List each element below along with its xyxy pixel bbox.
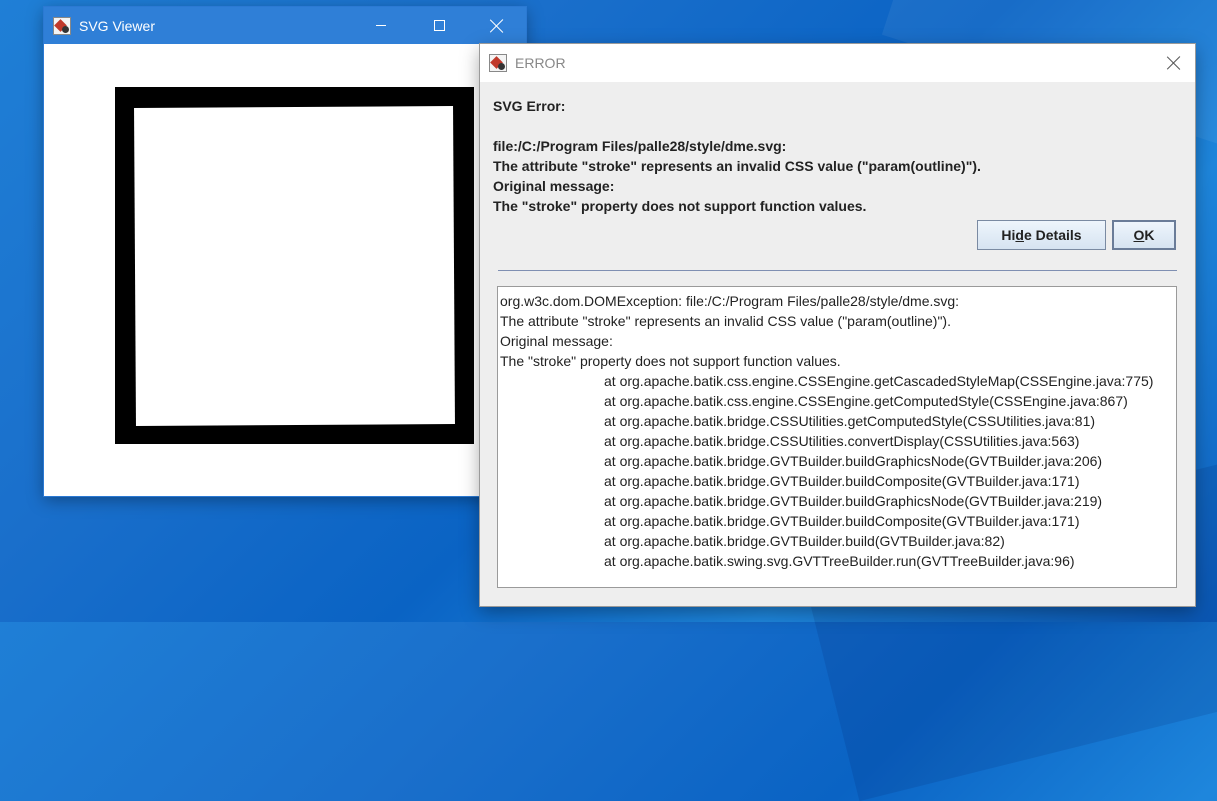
stack-trace-line: at org.apache.batik.bridge.GVTBuilder.bu…	[604, 513, 1080, 529]
close-button[interactable]	[468, 7, 526, 44]
ok-button[interactable]: OK	[1112, 220, 1176, 250]
details-line: Original message:	[500, 333, 613, 349]
hide-details-button[interactable]: Hi d e Details	[977, 220, 1106, 250]
stack-trace-line: at org.apache.batik.bridge.GVTBuilder.bu…	[604, 473, 1080, 489]
viewer-title: SVG Viewer	[79, 17, 155, 34]
svg-white-square	[134, 106, 455, 426]
stack-trace-line: at org.apache.batik.css.engine.CSSEngine…	[604, 393, 1128, 409]
maximize-icon	[433, 20, 445, 31]
stack-trace-line: at org.apache.batik.css.engine.CSSEngine…	[604, 373, 1154, 389]
details-line: org.w3c.dom.DOMException: file:/C:/Progr…	[500, 293, 960, 309]
svg-canvas[interactable]	[44, 44, 526, 496]
dialog-titlebar[interactable]: ERROR	[480, 44, 1195, 82]
viewer-titlebar[interactable]: SVG Viewer	[44, 7, 526, 44]
spacer: ​	[493, 116, 981, 136]
dialog-title: ERROR	[515, 55, 566, 71]
maximize-button[interactable]	[410, 7, 468, 44]
error-dialog: ERROR SVG Error: ​ file:/C:/Program File…	[480, 44, 1195, 606]
minimize-icon	[376, 25, 386, 26]
close-icon	[490, 19, 504, 33]
error-heading: SVG Error:	[493, 98, 566, 114]
hide-details-mnemonic: d	[1015, 227, 1024, 243]
hide-details-label-part: e Details	[1023, 227, 1082, 243]
java-app-icon[interactable]	[53, 16, 71, 35]
stack-trace-line: at org.apache.batik.bridge.CSSUtilities.…	[604, 433, 1080, 449]
details-text-area[interactable]: org.w3c.dom.DOMException: file:/C:/Progr…	[497, 286, 1177, 588]
details-line: The "stroke" property does not support f…	[500, 353, 841, 369]
stack-trace-line: at org.apache.batik.bridge.CSSUtilities.…	[604, 413, 1096, 429]
message-line: The attribute "stroke" represents an inv…	[493, 158, 981, 174]
message-line: The "stroke" property does not support f…	[493, 198, 867, 214]
hide-details-label-part: Hi	[1001, 227, 1016, 243]
svg-black-frame	[115, 87, 474, 444]
window-controls	[352, 7, 526, 44]
dialog-close-icon[interactable]	[1167, 56, 1181, 70]
details-separator	[498, 270, 1177, 271]
error-message: SVG Error: ​ file:/C:/Program Files/pall…	[493, 96, 981, 216]
message-line: Original message:	[493, 178, 615, 194]
minimize-button[interactable]	[352, 7, 410, 44]
details-line: The attribute "stroke" represents an inv…	[500, 313, 951, 329]
stack-trace-line: at org.apache.batik.bridge.GVTBuilder.bu…	[604, 493, 1103, 509]
ok-mnemonic: O	[1133, 227, 1145, 243]
svg-viewer-window: SVG Viewer	[44, 7, 526, 496]
stack-trace-line: at org.apache.batik.swing.svg.GVTTreeBui…	[604, 553, 1075, 569]
ok-label-part: K	[1144, 227, 1155, 243]
message-line: file:/C:/Program Files/palle28/style/dme…	[493, 138, 787, 154]
java-app-icon	[489, 54, 507, 72]
stack-trace-line: at org.apache.batik.bridge.GVTBuilder.bu…	[604, 453, 1103, 469]
stack-trace-line: at org.apache.batik.bridge.GVTBuilder.bu…	[604, 533, 1005, 549]
